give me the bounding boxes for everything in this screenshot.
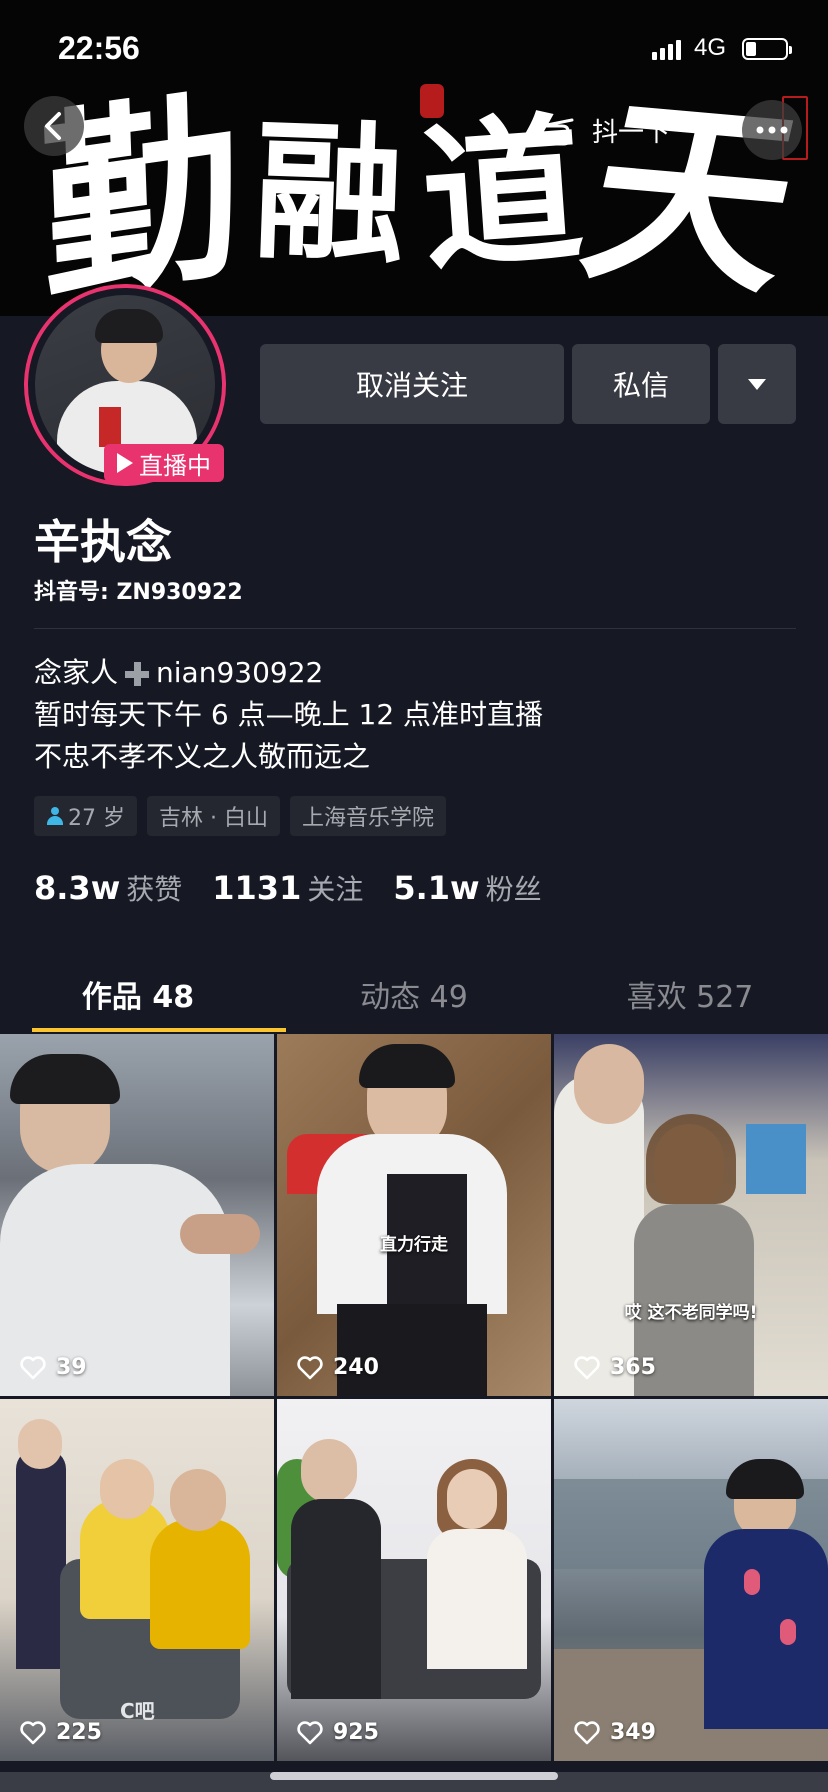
recommend-dropdown-button[interactable] — [718, 344, 796, 424]
profile-name: 辛执念 — [34, 515, 172, 569]
live-badge[interactable]: 直播中 — [104, 444, 224, 482]
video-caption: 直力行走 — [380, 1235, 448, 1255]
profile-tags: 27 岁 吉林 · 白山 上海音乐学院 — [34, 796, 446, 836]
plus-icon — [124, 661, 150, 687]
unfollow-button[interactable]: 取消关注 — [260, 344, 564, 424]
tab-updates[interactable]: 动态 49 — [276, 956, 552, 1032]
person-icon — [46, 807, 64, 825]
profile-tabs: 作品 48 动态 49 喜欢 527 — [0, 956, 828, 1032]
status-time: 22:56 — [58, 30, 140, 66]
caret-down-icon — [748, 378, 766, 390]
stat-following[interactable]: 1131 关注 — [212, 868, 363, 908]
tag-school: 上海音乐学院 — [289, 796, 446, 836]
video-likes: 349 — [574, 1720, 656, 1745]
heart-icon — [297, 1355, 323, 1379]
status-bar: 22:56 4G — [0, 0, 828, 96]
dou-yi-xia-button[interactable]: 抖一下 — [528, 100, 708, 160]
video-likes: 240 — [297, 1355, 379, 1380]
bio-line: 暂时每天下午 6 点—晚上 12 点准时直播 — [34, 698, 544, 731]
heart-icon — [20, 1720, 46, 1744]
video-thumbnail[interactable]: 直力行走 240 — [277, 1034, 551, 1396]
video-thumbnail[interactable]: 349 — [554, 1399, 828, 1761]
divider — [34, 628, 796, 629]
network-type: 4G — [694, 34, 727, 61]
signal-icon — [652, 38, 684, 60]
live-badge-label: 直播中 — [139, 451, 211, 480]
tag-location: 吉林 · 白山 — [147, 796, 280, 836]
pointing-hand-icon — [540, 118, 574, 146]
profile-stats: 8.3w 获赞 1131 关注 5.1w 粉丝 — [34, 868, 542, 908]
heart-icon — [297, 1720, 323, 1744]
home-indicator[interactable] — [270, 1772, 558, 1780]
video-thumbnail[interactable]: 哎 这不老同学吗! 365 — [554, 1034, 828, 1396]
video-caption: 哎 这不老同学吗! — [624, 1303, 758, 1323]
stat-likes: 8.3w 获赞 — [34, 869, 183, 907]
chevron-left-icon — [45, 112, 61, 140]
douyin-id: 抖音号: ZN930922 — [34, 580, 243, 605]
tag-age: 27 岁 — [34, 796, 137, 836]
back-button[interactable] — [24, 96, 84, 156]
heart-icon — [574, 1355, 600, 1379]
video-likes: 225 — [20, 1720, 102, 1745]
profile-bio: 念家人 nian930922 暂时每天下午 6 点—晚上 12 点准时直播 不忠不… — [34, 652, 543, 778]
video-likes: 925 — [297, 1720, 379, 1745]
heart-icon — [574, 1720, 600, 1744]
video-thumbnail[interactable]: 39 — [0, 1034, 274, 1396]
video-thumbnail[interactable]: 925 — [277, 1399, 551, 1761]
video-likes: 365 — [574, 1355, 656, 1380]
play-icon — [117, 453, 133, 473]
heart-icon — [20, 1355, 46, 1379]
dou-yi-xia-label: 抖一下 — [592, 117, 671, 148]
calligraphy-char: 融 — [251, 102, 412, 285]
video-thumbnail[interactable]: C吧 225 — [0, 1399, 274, 1761]
tab-likes[interactable]: 喜欢 527 — [552, 956, 828, 1032]
message-button[interactable]: 私信 — [572, 344, 710, 424]
video-likes: 39 — [20, 1355, 87, 1380]
more-dots-icon — [756, 126, 788, 134]
watermark: C吧 — [120, 1699, 155, 1723]
bio-line: 念家人 nian930922 — [34, 656, 324, 689]
bio-line: 不忠不孝不义之人敬而远之 — [34, 740, 371, 773]
stat-fans[interactable]: 5.1w 粉丝 — [393, 868, 541, 908]
more-button[interactable] — [742, 100, 802, 160]
tab-works[interactable]: 作品 48 — [0, 956, 286, 1032]
battery-icon — [742, 38, 792, 60]
